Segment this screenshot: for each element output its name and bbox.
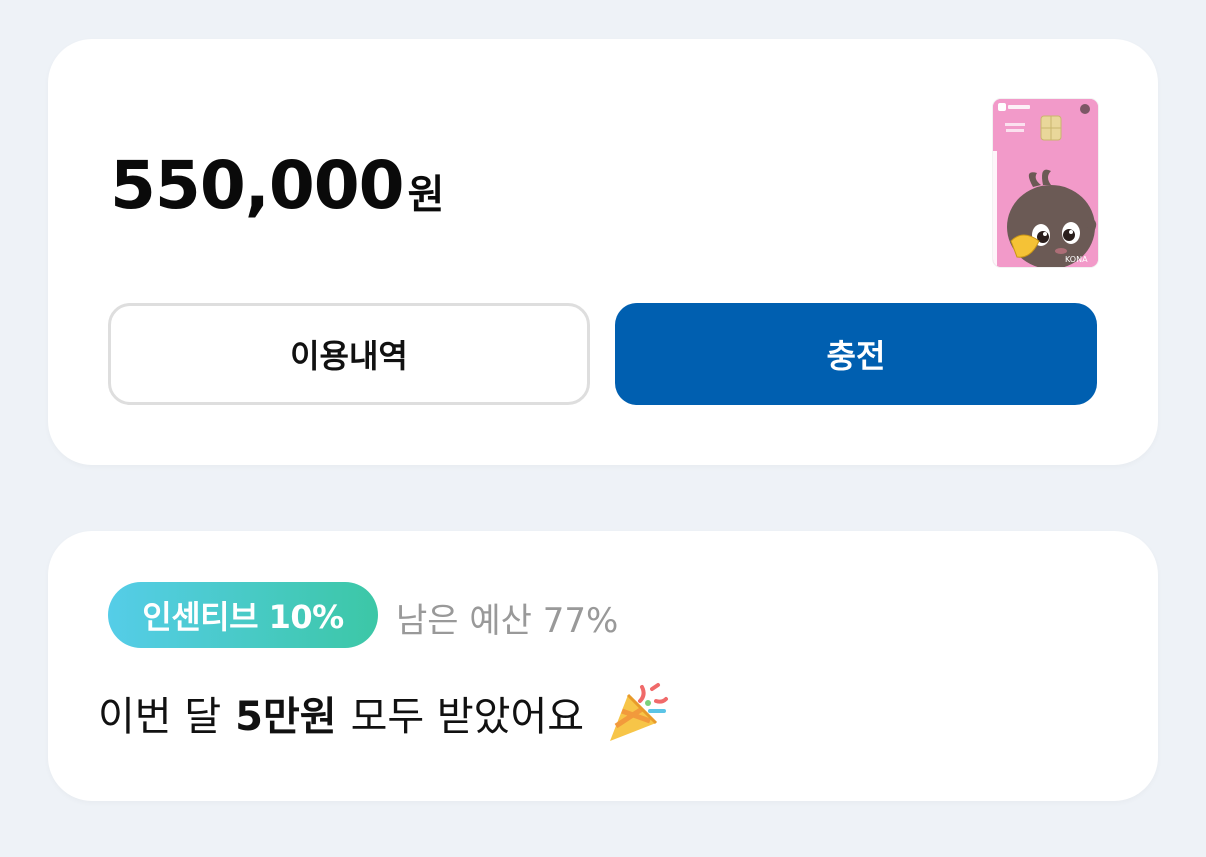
balance-display: 550,000 원 — [110, 147, 444, 224]
party-popper-icon — [606, 681, 670, 745]
card-brand-text: KONA — [1065, 255, 1088, 264]
incentive-badge: 인센티브 10% — [108, 582, 378, 648]
message-amount: 5만원 — [235, 694, 337, 740]
message-suffix: 모두 받았어요 — [350, 694, 585, 740]
balance-card: 550,000 원 KONA 이용내역 충전 — [48, 39, 1158, 465]
local-currency-card-image[interactable]: KONA — [993, 99, 1098, 267]
card-mascot-icon: KONA — [993, 99, 1098, 267]
charge-button[interactable]: 충전 — [615, 303, 1097, 405]
incentive-message: 이번 달 5만원 모두 받았어요 — [98, 681, 670, 745]
balance-amount: 550,000 — [110, 147, 405, 224]
remaining-budget-text: 남은 예산 77% — [396, 601, 619, 641]
incentive-card: 인센티브 10% 남은 예산 77% 이번 달 5만원 모두 받았어요 — [48, 531, 1158, 801]
usage-history-button[interactable]: 이용내역 — [108, 303, 590, 405]
balance-unit: 원 — [407, 172, 445, 218]
message-prefix: 이번 달 — [98, 694, 222, 740]
